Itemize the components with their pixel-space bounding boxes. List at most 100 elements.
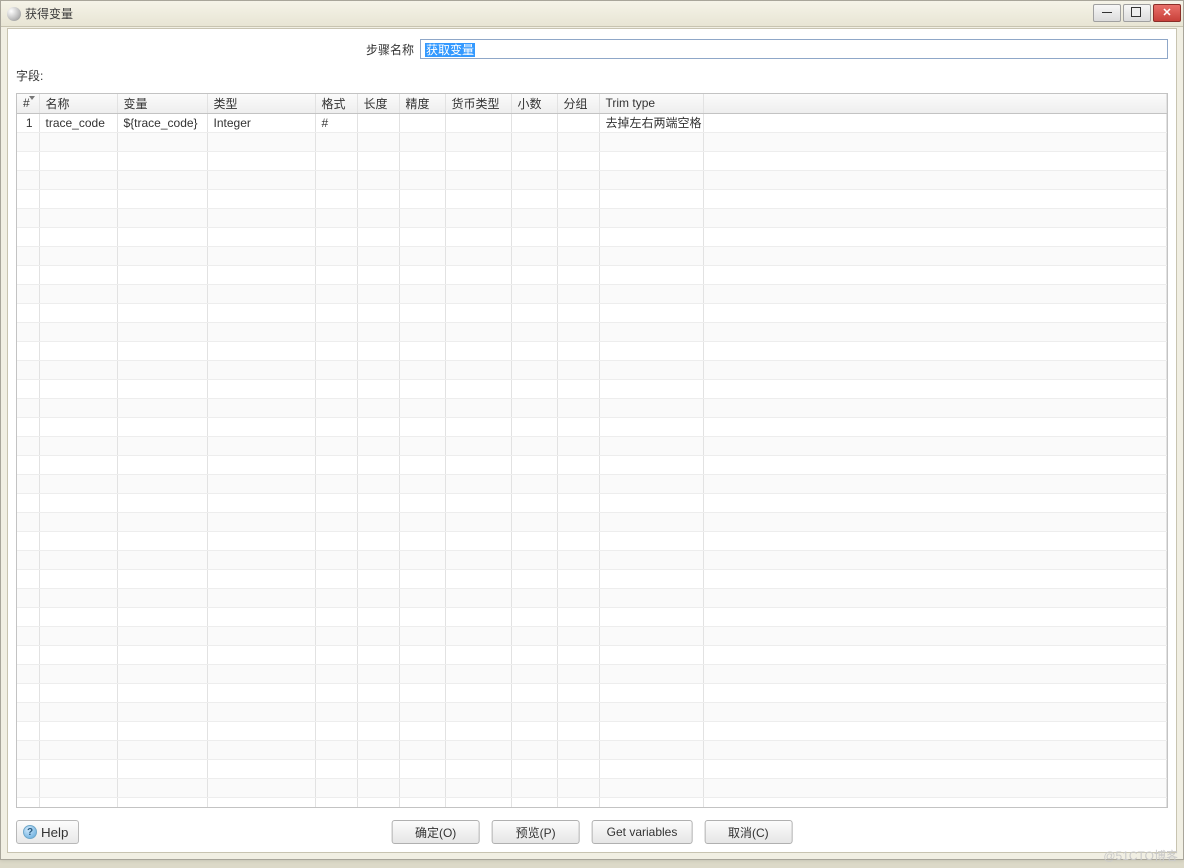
cell-decimals[interactable]: [511, 417, 557, 436]
step-name-input[interactable]: 获取变量: [420, 39, 1168, 59]
table-row[interactable]: [17, 436, 1167, 455]
cell-precision[interactable]: [399, 797, 445, 808]
cell-type[interactable]: [207, 436, 315, 455]
cell-trim[interactable]: [599, 189, 703, 208]
cell-format[interactable]: [315, 189, 357, 208]
cell-rest[interactable]: [703, 607, 1167, 626]
cell-rest[interactable]: [703, 531, 1167, 550]
cell-variable[interactable]: [117, 265, 207, 284]
cell-format[interactable]: [315, 132, 357, 151]
cell-decimals[interactable]: [511, 189, 557, 208]
cell-name[interactable]: [39, 759, 117, 778]
cell-decimals[interactable]: [511, 550, 557, 569]
cell-currency[interactable]: [445, 702, 511, 721]
cell-currency[interactable]: [445, 512, 511, 531]
cell-index[interactable]: [17, 417, 39, 436]
cell-currency[interactable]: [445, 284, 511, 303]
cell-variable[interactable]: [117, 740, 207, 759]
cell-length[interactable]: [357, 569, 399, 588]
cell-currency[interactable]: [445, 607, 511, 626]
cell-type[interactable]: [207, 379, 315, 398]
cell-trim[interactable]: [599, 626, 703, 645]
table-row[interactable]: [17, 379, 1167, 398]
cell-trim[interactable]: [599, 683, 703, 702]
cell-group[interactable]: [557, 512, 599, 531]
cell-variable[interactable]: [117, 645, 207, 664]
cell-currency[interactable]: [445, 550, 511, 569]
cell-rest[interactable]: [703, 341, 1167, 360]
cell-type[interactable]: [207, 550, 315, 569]
table-row[interactable]: [17, 132, 1167, 151]
cell-group[interactable]: [557, 474, 599, 493]
col-header-format[interactable]: 格式: [315, 94, 357, 113]
cell-decimals[interactable]: [511, 322, 557, 341]
cell-trim[interactable]: [599, 132, 703, 151]
cell-decimals[interactable]: [511, 132, 557, 151]
cell-format[interactable]: [315, 607, 357, 626]
preview-button[interactable]: 预览(P): [492, 820, 580, 844]
cell-group[interactable]: [557, 645, 599, 664]
cell-currency[interactable]: [445, 531, 511, 550]
table-row[interactable]: [17, 588, 1167, 607]
cell-precision[interactable]: [399, 208, 445, 227]
cell-length[interactable]: [357, 645, 399, 664]
table-row[interactable]: [17, 550, 1167, 569]
cell-index[interactable]: [17, 246, 39, 265]
table-row[interactable]: [17, 246, 1167, 265]
cell-type[interactable]: [207, 759, 315, 778]
cell-index[interactable]: [17, 683, 39, 702]
cell-rest[interactable]: [703, 664, 1167, 683]
cell-group[interactable]: [557, 379, 599, 398]
cell-trim[interactable]: [599, 759, 703, 778]
cell-type[interactable]: [207, 303, 315, 322]
table-row[interactable]: [17, 778, 1167, 797]
cell-type[interactable]: [207, 474, 315, 493]
cell-trim[interactable]: [599, 778, 703, 797]
cell-type[interactable]: [207, 664, 315, 683]
cell-group[interactable]: [557, 531, 599, 550]
cell-format[interactable]: [315, 360, 357, 379]
table-row[interactable]: [17, 664, 1167, 683]
cell-name[interactable]: [39, 493, 117, 512]
cell-group[interactable]: [557, 797, 599, 808]
cell-decimals[interactable]: [511, 284, 557, 303]
cell-group[interactable]: [557, 664, 599, 683]
cell-index[interactable]: [17, 569, 39, 588]
cell-name[interactable]: [39, 626, 117, 645]
cell-group[interactable]: [557, 398, 599, 417]
cell-decimals[interactable]: [511, 170, 557, 189]
cell-index[interactable]: [17, 455, 39, 474]
cell-index[interactable]: [17, 284, 39, 303]
col-header-group[interactable]: 分组: [557, 94, 599, 113]
cell-name[interactable]: [39, 683, 117, 702]
cell-type[interactable]: [207, 493, 315, 512]
cell-trim[interactable]: [599, 607, 703, 626]
cell-type[interactable]: [207, 455, 315, 474]
cell-format[interactable]: [315, 721, 357, 740]
cell-currency[interactable]: [445, 360, 511, 379]
cell-type[interactable]: [207, 588, 315, 607]
cell-currency[interactable]: [445, 626, 511, 645]
cell-trim[interactable]: [599, 379, 703, 398]
cell-precision[interactable]: [399, 303, 445, 322]
cell-index[interactable]: [17, 797, 39, 808]
cell-name[interactable]: [39, 645, 117, 664]
cell-length[interactable]: [357, 531, 399, 550]
cell-currency[interactable]: [445, 151, 511, 170]
cell-currency[interactable]: [445, 417, 511, 436]
cell-variable[interactable]: [117, 531, 207, 550]
cell-length[interactable]: [357, 417, 399, 436]
cell-decimals[interactable]: [511, 379, 557, 398]
cell-variable[interactable]: [117, 702, 207, 721]
cell-length[interactable]: [357, 797, 399, 808]
cell-length[interactable]: [357, 626, 399, 645]
cell-format[interactable]: [315, 531, 357, 550]
cell-trim[interactable]: [599, 284, 703, 303]
cell-name[interactable]: [39, 341, 117, 360]
cell-name[interactable]: [39, 797, 117, 808]
cell-type[interactable]: [207, 740, 315, 759]
cell-length[interactable]: [357, 588, 399, 607]
cell-trim[interactable]: [599, 341, 703, 360]
cell-group[interactable]: [557, 246, 599, 265]
cell-group[interactable]: [557, 417, 599, 436]
